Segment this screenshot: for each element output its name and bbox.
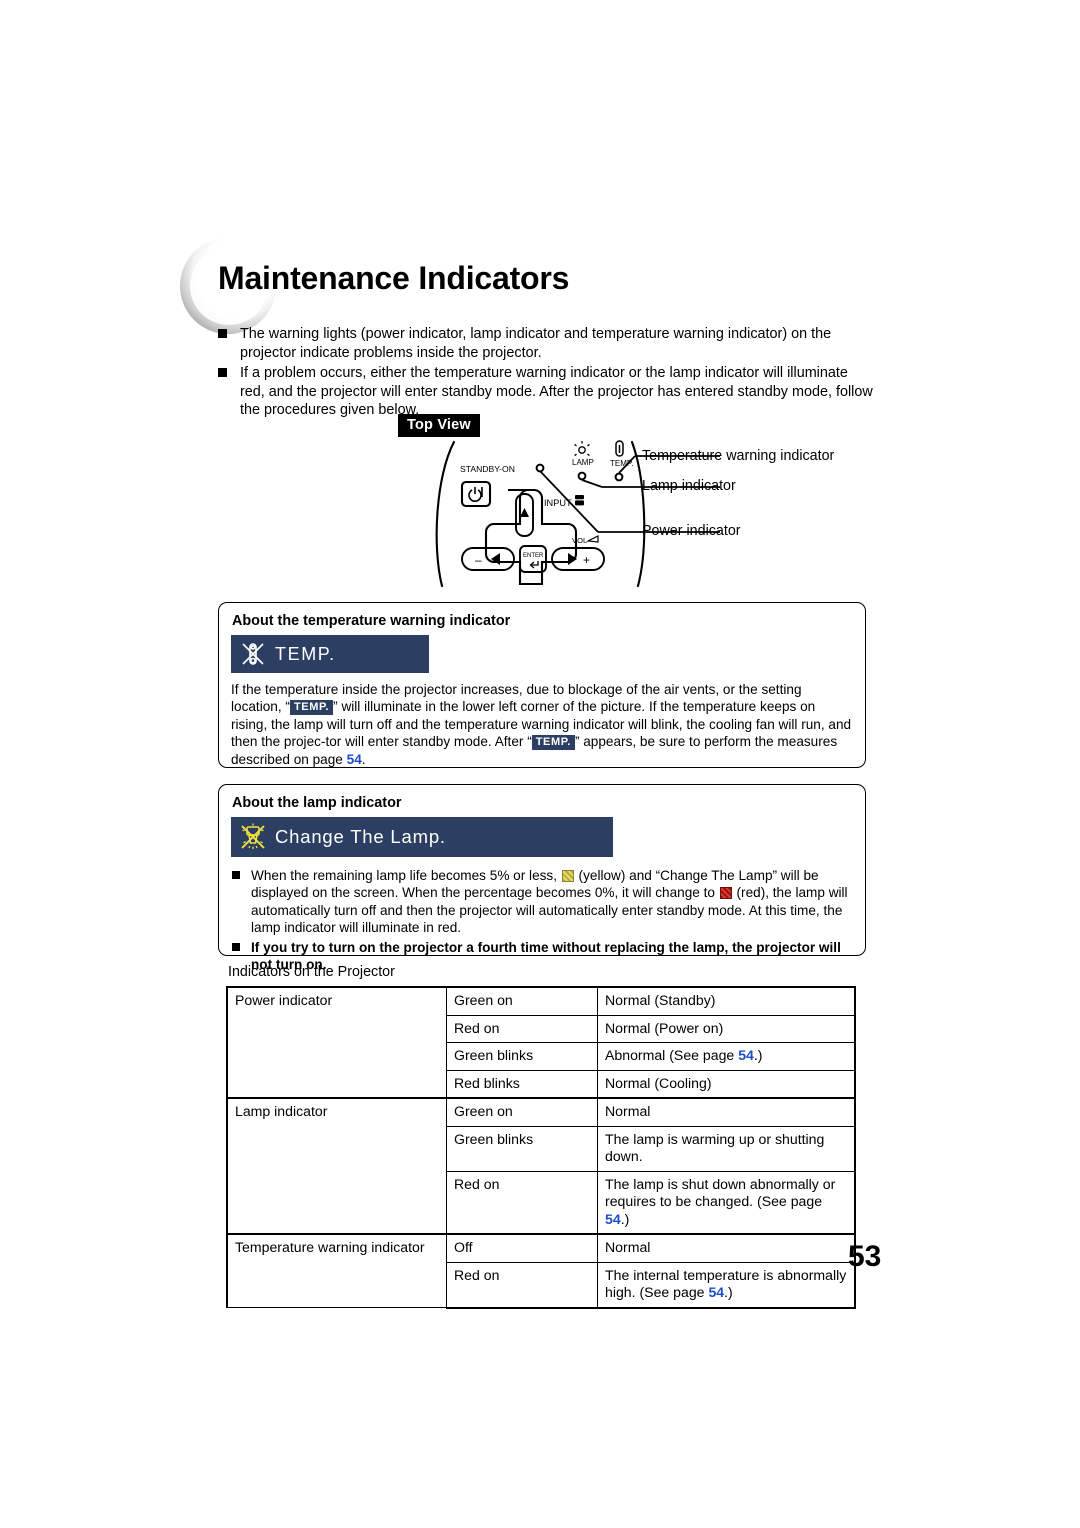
cell-meaning-text: The lamp is warming up or shutting down. [605, 1130, 825, 1165]
lamp-crossed-icon [231, 822, 275, 852]
temp-osd-text: TEMP. [275, 643, 336, 664]
intro-list: The warning lights (power indicator, lam… [216, 325, 874, 422]
svg-text:ENTER: ENTER [523, 553, 544, 559]
callout-lamp-indicator: Lamp indicator [642, 478, 736, 494]
standby-on-label: STANDBY-ON [460, 464, 515, 474]
cell-indicator: Power indicator [226, 986, 447, 1099]
cell-state: Red on [446, 1170, 598, 1235]
page-header: Maintenance Indicators [180, 238, 880, 334]
temp-inline-badge-1: TEMP. [289, 700, 334, 716]
lamp-red-icon [719, 887, 732, 900]
lamp-bullet-1: When the remaining lamp life becomes 5% … [231, 867, 853, 937]
temp-osd-banner: TEMP. [231, 635, 429, 673]
table-row: Temperature warning indicator Off Normal [226, 1233, 856, 1308]
table-row: Lamp indicator Green on Normal [226, 1097, 856, 1235]
cell-state: Green blinks [446, 1042, 598, 1071]
cell-meaning: Abnormal (See page 54.) [597, 1042, 856, 1071]
cell-state: Off [446, 1233, 598, 1263]
page-number: 53 [848, 1240, 882, 1273]
cell-meaning: Normal (Power on) [597, 1014, 856, 1043]
table-caption: Indicators on the Projector [228, 964, 395, 980]
bullet-square-icon [218, 368, 227, 377]
svg-text:+: + [583, 553, 590, 567]
lamp-osd-banner: Change The Lamp. [231, 817, 613, 857]
temperature-warning-info-box: About the temperature warning indicator … [218, 602, 866, 768]
cell-page-ref[interactable]: 54 [605, 1211, 621, 1227]
cell-meaning: Normal (Cooling) [597, 1069, 856, 1099]
cell-meaning: The internal temperature is abnormally h… [597, 1261, 856, 1309]
cell-meaning-suffix: .) [724, 1284, 733, 1300]
lamp-yellow-icon [561, 870, 574, 882]
cell-meaning-text: Normal (Standby) [605, 992, 716, 1008]
cell-indicator: Lamp indicator [226, 1097, 447, 1235]
lamp-section-body: When the remaining lamp life becomes 5% … [231, 867, 853, 975]
lamp-osd-text: Change The Lamp. [275, 826, 446, 847]
cell-meaning: The lamp is warming up or shutting down. [597, 1125, 856, 1172]
cell-meaning: Normal [597, 1097, 856, 1127]
callout-temperature-warning-indicator: Temperature warning indicator [642, 448, 835, 464]
table-row: Power indicator Green on Normal (Standby… [226, 986, 856, 1099]
cell-meaning-text: Normal [605, 1239, 651, 1255]
cell-state: Red blinks [446, 1069, 598, 1099]
intro-bullet-1: The warning lights (power indicator, lam… [216, 325, 874, 362]
indicators-table: Power indicator Green on Normal (Standby… [226, 986, 856, 1309]
intro-bullet-1-text: The warning lights (power indicator, lam… [240, 326, 832, 361]
temp-section-heading: About the temperature warning indicator [232, 613, 511, 629]
lamp-indicator-info-box: About the lamp indicator Change The Lamp… [218, 784, 866, 972]
temp-inline-badge-2: TEMP. [531, 735, 575, 751]
thermometer-crossed-icon [231, 641, 275, 667]
cell-state: Green on [446, 1097, 598, 1127]
cell-meaning-suffix: .) [620, 1210, 630, 1227]
cell-meaning-text: Normal (Power on) [605, 1019, 724, 1036]
cell-meaning-text: Normal (Cooling) [605, 1074, 712, 1091]
temp-body-part4: . [361, 751, 366, 767]
page-title: Maintenance Indicators [218, 260, 570, 296]
svg-text:–: – [475, 553, 482, 567]
temp-section-body: If the temperature inside the projector … [231, 681, 853, 768]
temp-page-reference[interactable]: 54 [347, 752, 362, 767]
top-view-label: Top View [398, 414, 480, 437]
bullet-square-icon [232, 942, 240, 951]
document-page: Maintenance Indicators The warning light… [0, 0, 1080, 1528]
lamp-label: LAMP [572, 458, 594, 467]
cell-meaning: Normal [597, 1233, 856, 1263]
intro-bullet-2: If a problem occurs, either the temperat… [216, 364, 874, 420]
cell-state: Green on [446, 986, 598, 1016]
cell-meaning-text: The lamp is shut down abnormally or requ… [605, 1175, 836, 1210]
vol-label: VOL [572, 536, 587, 545]
cell-indicator: Temperature warning indicator [226, 1233, 447, 1308]
cell-state: Red on [446, 1261, 598, 1309]
projector-top-view-diagram: STANDBY-ON LAMP TEMP. INPUT VOL – ENTER … [420, 440, 880, 588]
intro-bullet-2-text: If a problem occurs, either the temperat… [240, 365, 873, 418]
bullet-square-icon [218, 329, 227, 338]
cell-page-ref[interactable]: 54 [738, 1047, 754, 1063]
cell-page-ref[interactable]: 54 [708, 1284, 724, 1300]
cell-meaning-text: Normal [605, 1103, 651, 1119]
cell-meaning: The lamp is shut down abnormally or requ… [597, 1170, 856, 1235]
lamp-bullet1-part1: When the remaining lamp life becomes 5% … [251, 868, 561, 883]
lamp-section-heading: About the lamp indicator [232, 795, 402, 811]
cell-meaning: Normal (Standby) [597, 986, 856, 1016]
cell-state: Green blinks [446, 1125, 598, 1172]
cell-meaning-text: Abnormal (See page [605, 1047, 739, 1063]
cell-meaning-suffix: .) [753, 1047, 763, 1063]
cell-state: Red on [446, 1014, 598, 1043]
callout-power-indicator: Power indicator [642, 523, 741, 539]
bullet-square-icon [232, 871, 240, 879]
